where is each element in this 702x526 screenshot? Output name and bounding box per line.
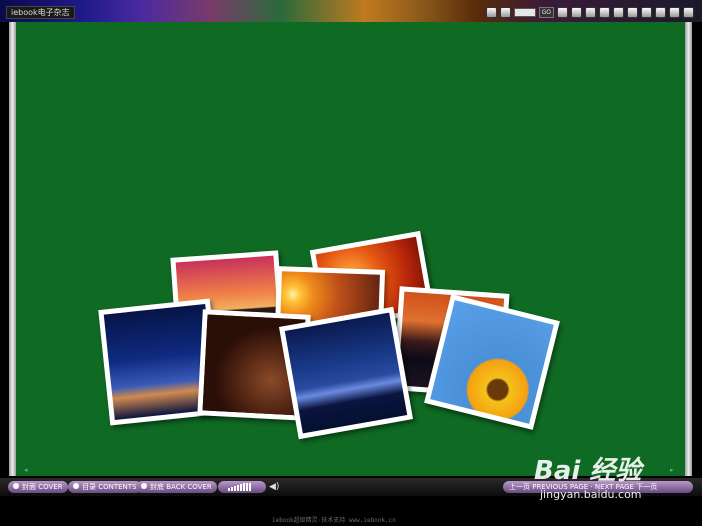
title-bar: iebook电子杂志 GO: [0, 0, 702, 22]
page-edge-right: [685, 22, 692, 476]
save-icon[interactable]: [571, 7, 582, 18]
fullscreen-icon[interactable]: [641, 7, 652, 18]
page-number-input[interactable]: [513, 8, 536, 17]
watermark-url: jingyan.baidu.com: [540, 488, 642, 501]
photo-night-harbor[interactable]: [278, 306, 414, 440]
toolbar: GO: [485, 6, 694, 19]
contents-label: 目录 CONTENTS: [82, 483, 137, 491]
volume-slider[interactable]: [218, 481, 266, 493]
minimize-icon[interactable]: [655, 7, 666, 18]
settings-icon[interactable]: [613, 7, 624, 18]
speaker-icon[interactable]: ◀): [269, 482, 279, 492]
watermark-logo: Bai 经验: [534, 456, 642, 486]
email-icon[interactable]: [599, 7, 610, 18]
cover-button[interactable]: 封面 COVER: [8, 481, 68, 493]
contents-button[interactable]: 目录 CONTENTS: [68, 481, 142, 493]
restore-icon[interactable]: [669, 7, 680, 18]
print-icon[interactable]: [557, 7, 568, 18]
close-icon[interactable]: [683, 7, 694, 18]
footer-credit: iebook超级精灵·技术支持 www.iebook.cn: [272, 517, 396, 524]
volume-level-bars: [228, 483, 251, 491]
magazine-page[interactable]: ◂ ▸: [16, 22, 685, 476]
ebook-reader-window: iebook电子杂志 GO ◂ ▸ 封面 COVER 目录 CONTENTS 封…: [0, 0, 702, 526]
contents-icon: [73, 483, 79, 489]
baidu-watermark: Bai 经验 jingyan.baidu.com: [530, 448, 695, 501]
page-marker-left: ◂: [24, 466, 28, 474]
window-title: iebook电子杂志: [6, 6, 75, 19]
help-icon[interactable]: [627, 7, 638, 18]
share-icon[interactable]: [585, 7, 596, 18]
back-cover-label: 封底 BACK COVER: [150, 483, 212, 491]
back-cover-button[interactable]: 封底 BACK COVER: [136, 481, 217, 493]
zoom-icon[interactable]: [499, 7, 511, 18]
go-button[interactable]: GO: [538, 7, 554, 18]
cover-label: 封面 COVER: [22, 483, 63, 491]
page-edge-left: [9, 22, 16, 476]
book-icon[interactable]: [485, 7, 497, 18]
back-cover-icon: [141, 483, 147, 489]
cover-icon: [13, 483, 19, 489]
